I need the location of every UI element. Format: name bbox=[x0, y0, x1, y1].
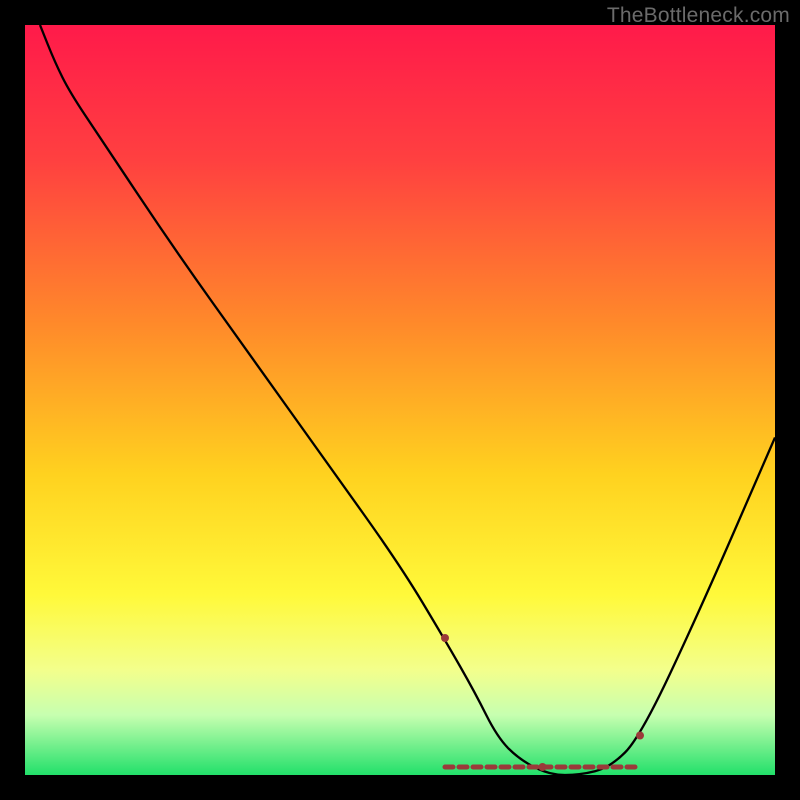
plot-area bbox=[25, 25, 775, 775]
gradient-background bbox=[25, 25, 775, 775]
chart-frame: TheBottleneck.com bbox=[0, 0, 800, 800]
bottleneck-chart bbox=[25, 25, 775, 775]
watermark-text: TheBottleneck.com bbox=[607, 4, 790, 28]
